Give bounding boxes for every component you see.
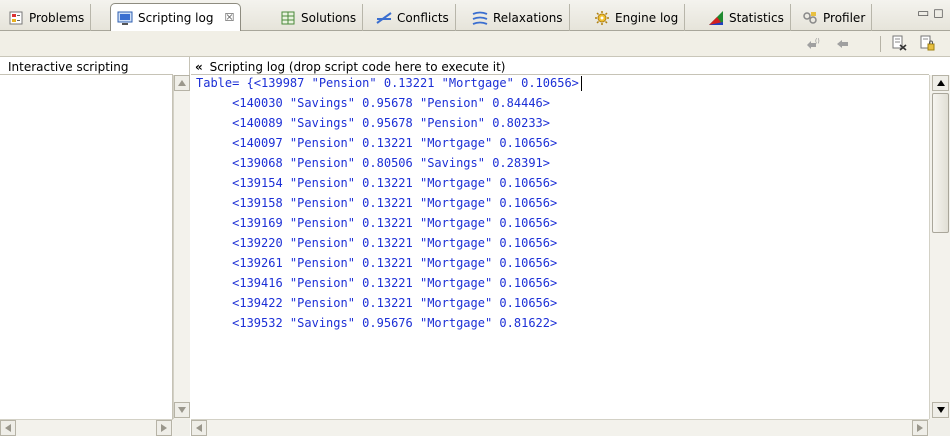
tab-label: Scripting log	[138, 10, 214, 25]
solutions-icon	[280, 10, 296, 26]
svg-text:(): ()	[815, 38, 820, 45]
tab-statistics[interactable]: Statistics	[702, 4, 791, 31]
log-line: Table= {<139987 "Pension" 0.13221 "Mortg…	[196, 76, 579, 90]
scroll-up-button[interactable]	[932, 75, 949, 91]
statistics-icon	[708, 10, 724, 26]
scroll-lock-icon	[919, 35, 935, 54]
log-line: <139169 "Pension" 0.13221 "Mortgage" 0.1…	[196, 216, 558, 230]
tab-label: Problems	[29, 10, 85, 25]
problems-icon	[8, 10, 24, 26]
tab-scripting-log[interactable]: Scripting log ☒	[110, 3, 242, 31]
vertical-scrollbar[interactable]	[173, 75, 190, 419]
vertical-scrollbar[interactable]	[929, 75, 950, 419]
scripting-log-pane: « Scripting log (drop script code here t…	[191, 57, 950, 436]
step-icon	[835, 35, 851, 54]
view-tab-strip: Problems Scripting log ☒ Solutions Confl…	[0, 0, 950, 31]
arrow-left-icon	[196, 424, 202, 432]
log-line: <139220 "Pension" 0.13221 "Mortgage" 0.1…	[196, 236, 558, 250]
close-icon[interactable]: ☒	[224, 11, 234, 24]
tab-label: Relaxations	[493, 10, 563, 25]
run-script-button[interactable]: ()	[804, 35, 822, 53]
scroll-up-button[interactable]	[174, 75, 190, 91]
arrow-right-icon	[161, 424, 167, 432]
tab-conflicts[interactable]: Conflicts	[370, 4, 456, 31]
tab-solutions[interactable]: Solutions	[274, 4, 364, 31]
scroll-left-button[interactable]	[0, 420, 16, 436]
horizontal-scrollbar[interactable]	[0, 419, 173, 436]
clear-log-icon	[891, 35, 907, 54]
run-script-icon: ()	[805, 35, 821, 54]
scroll-lock-button[interactable]	[918, 35, 936, 53]
log-line: <139422 "Pension" 0.13221 "Mortgage" 0.1…	[196, 296, 558, 310]
scroll-down-button[interactable]	[174, 402, 190, 418]
toolbar-separator	[880, 36, 881, 52]
relaxations-icon	[472, 10, 488, 26]
collapse-chevron-icon[interactable]: «	[195, 60, 203, 74]
tab-label: Conflicts	[397, 10, 449, 25]
scrollbar-thumb[interactable]	[932, 93, 949, 233]
arrow-left-icon	[5, 424, 11, 432]
pane-title: Scripting log (drop script code here to …	[209, 60, 506, 74]
log-line: <139416 "Pension" 0.13221 "Mortgage" 0.1…	[196, 276, 558, 290]
tab-label: Profiler	[823, 10, 866, 25]
log-line: <140097 "Pension" 0.13221 "Mortgage" 0.1…	[196, 136, 558, 150]
tab-profiler[interactable]: Profiler	[796, 4, 873, 31]
log-line: <139158 "Pension" 0.13221 "Mortgage" 0.1…	[196, 196, 558, 210]
log-line: <139261 "Pension" 0.13221 "Mortgage" 0.1…	[196, 256, 558, 270]
tab-relaxations[interactable]: Relaxations	[466, 4, 570, 31]
conflicts-icon	[376, 10, 392, 26]
maximize-button[interactable]: ◻	[933, 6, 944, 21]
scroll-left-button[interactable]	[191, 420, 207, 436]
clear-log-button[interactable]	[890, 35, 908, 53]
text-caret	[581, 76, 582, 91]
interactive-scripting-pane: Interactive scripting	[0, 57, 190, 436]
pane-title-row: « Scripting log (drop script code here t…	[195, 60, 505, 74]
arrow-up-icon	[936, 80, 945, 86]
view-toolbar: ()	[0, 31, 950, 57]
log-line: <139532 "Savings" 0.95676 "Mortgage" 0.8…	[196, 316, 558, 330]
log-line: <140030 "Savings" 0.95678 "Pension" 0.84…	[196, 96, 551, 110]
tab-problems[interactable]: Problems	[2, 4, 92, 31]
engine-log-icon	[594, 10, 610, 26]
scroll-right-button[interactable]	[912, 420, 928, 436]
log-line: <140089 "Savings" 0.95678 "Pension" 0.80…	[196, 116, 551, 130]
log-line: <139068 "Pension" 0.80506 "Savings" 0.28…	[196, 156, 551, 170]
log-line: <139154 "Pension" 0.13221 "Mortgage" 0.1…	[196, 176, 558, 190]
tab-engine-log[interactable]: Engine log	[588, 4, 686, 31]
arrow-down-icon	[936, 407, 945, 413]
minimize-button[interactable]: ▭	[917, 6, 929, 21]
scripting-log-icon	[117, 10, 133, 26]
profiler-icon	[802, 10, 818, 26]
tab-label: Statistics	[729, 10, 784, 25]
scrollbar-corner	[929, 419, 950, 436]
interactive-script-editor[interactable]	[0, 74, 173, 419]
scroll-right-button[interactable]	[156, 420, 172, 436]
tab-label: Engine log	[615, 10, 679, 25]
step-button[interactable]	[834, 35, 852, 53]
horizontal-scrollbar[interactable]	[191, 419, 929, 436]
arrow-up-icon	[178, 80, 186, 86]
arrow-down-icon	[178, 407, 186, 413]
arrow-right-icon	[917, 424, 923, 432]
scroll-down-button[interactable]	[932, 402, 949, 418]
scripting-log-text[interactable]: Table= {<139987 "Pension" 0.13221 "Mortg…	[191, 74, 929, 419]
tab-label: Solutions	[301, 10, 357, 25]
scrollbar-corner	[173, 419, 190, 436]
pane-title: Interactive scripting	[8, 60, 129, 74]
